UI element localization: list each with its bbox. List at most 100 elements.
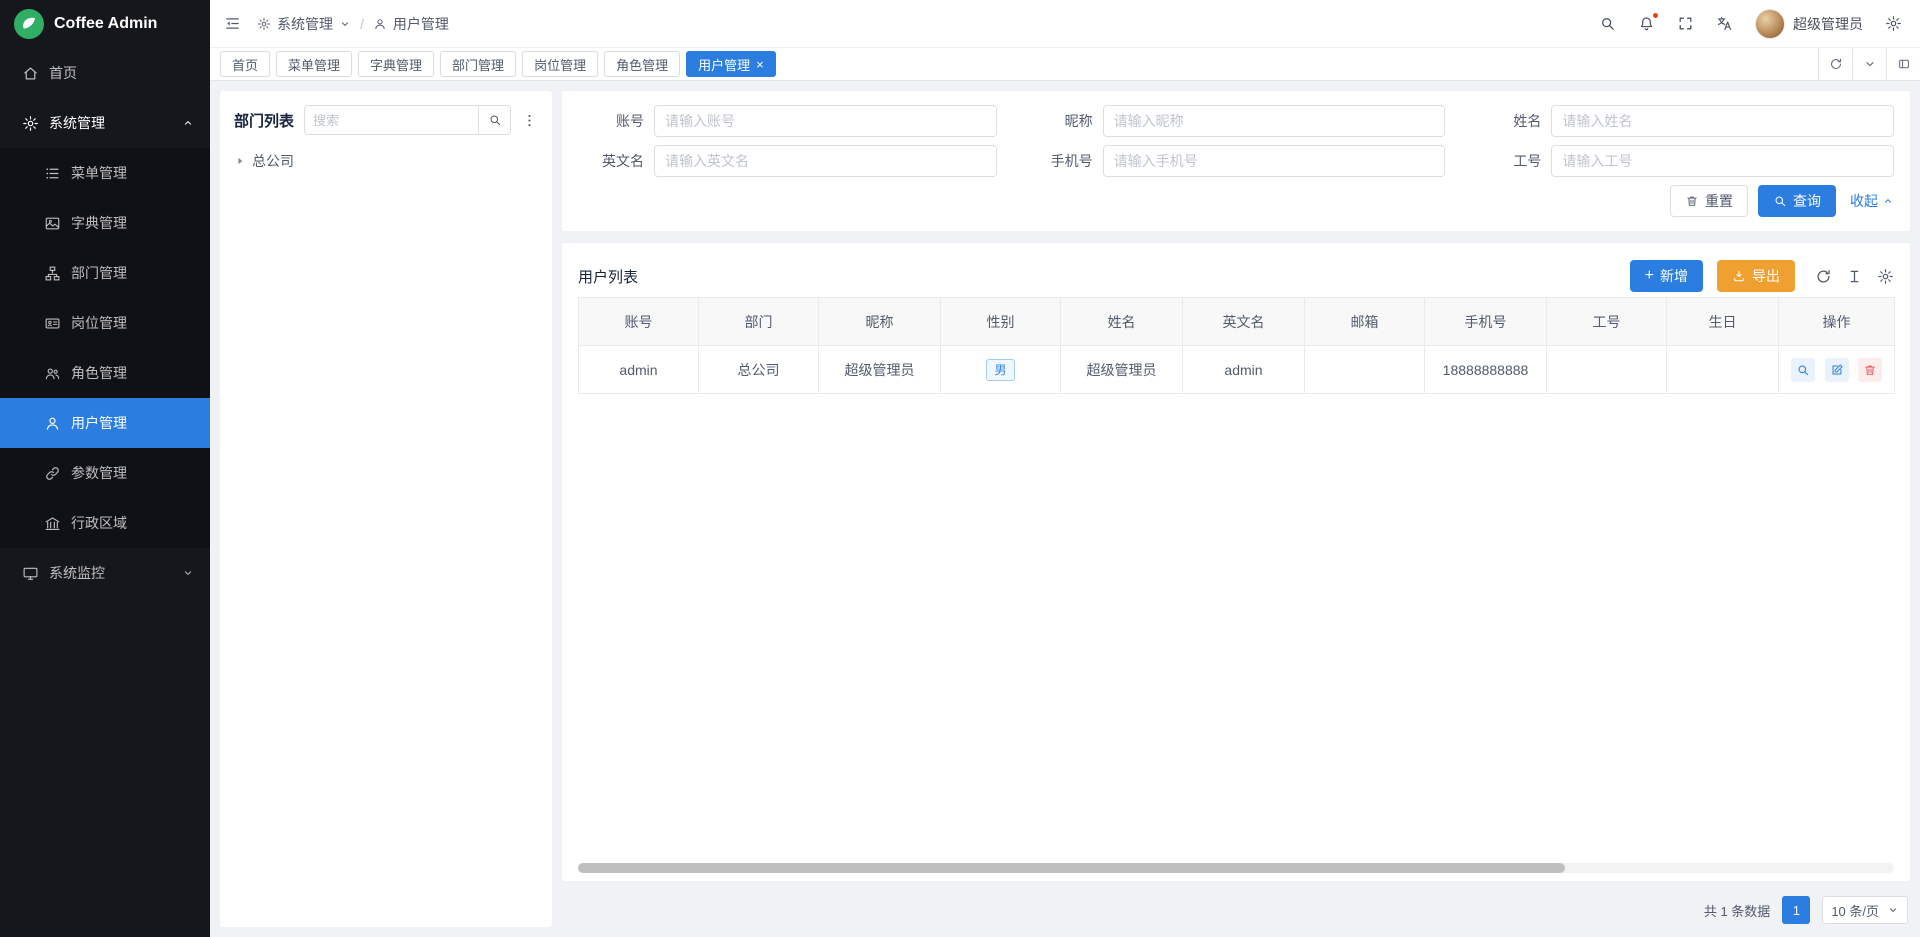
department-icon: [44, 265, 61, 282]
add-user-button[interactable]: + 新增: [1630, 260, 1703, 292]
table-refresh-icon[interactable]: [1815, 268, 1832, 285]
horizontal-scrollbar-thumb[interactable]: [578, 863, 1565, 873]
search-icon[interactable]: [1599, 15, 1616, 32]
sidebar-item-user-mgmt[interactable]: 用户管理: [0, 398, 210, 448]
tab-dept-mgmt[interactable]: 部门管理: [440, 51, 516, 77]
user-table: 账号 部门 昵称 性别 姓名 英文名 邮箱 手机号 工号 生日 操作: [578, 297, 1895, 394]
en-name-input[interactable]: [654, 145, 997, 177]
table-row: admin 总公司 超级管理员 男 超级管理员 admin 1888888888…: [579, 346, 1895, 394]
sidebar-item-params-mgmt[interactable]: 参数管理: [0, 448, 210, 498]
tab-label: 角色管理: [616, 55, 668, 74]
monitor-icon: [22, 565, 39, 582]
reset-button[interactable]: 重置: [1670, 185, 1748, 217]
cell-en-name: admin: [1183, 346, 1305, 394]
sidebar-item-region-mgmt[interactable]: 行政区域: [0, 498, 210, 548]
page-size-select[interactable]: 10 条/页: [1822, 896, 1908, 924]
tab-label: 用户管理: [698, 55, 750, 74]
search-button[interactable]: 查询: [1758, 185, 1836, 217]
sidebar-item-system-mgmt[interactable]: 系统管理: [0, 98, 210, 148]
delete-icon[interactable]: [1858, 358, 1882, 382]
app-logo[interactable]: Coffee Admin: [0, 0, 210, 48]
work-no-input[interactable]: [1551, 145, 1894, 177]
user-icon: [44, 415, 61, 432]
tab-menu-mgmt[interactable]: 菜单管理: [276, 51, 352, 77]
view-icon[interactable]: [1791, 358, 1815, 382]
tree-node-head-office[interactable]: 总公司: [234, 151, 538, 171]
post-icon: [44, 315, 61, 332]
notification-bell-icon[interactable]: [1638, 15, 1655, 32]
sidebar-item-dept-mgmt[interactable]: 部门管理: [0, 248, 210, 298]
field-label-nickname: 昵称: [1027, 111, 1093, 131]
table-settings-icon[interactable]: [1877, 268, 1894, 285]
tab-home[interactable]: 首页: [220, 51, 270, 77]
name-input[interactable]: [1551, 105, 1894, 137]
translate-icon[interactable]: [1716, 15, 1733, 32]
tab-user-mgmt[interactable]: 用户管理 ×: [686, 51, 776, 77]
department-search-button[interactable]: [478, 106, 510, 134]
tabs-layout-icon[interactable]: [1886, 48, 1920, 80]
sidebar-item-label: 岗位管理: [71, 313, 194, 333]
field-label-work-no: 工号: [1475, 151, 1541, 171]
chevron-up-icon: [1882, 195, 1894, 207]
role-icon: [44, 365, 61, 382]
sidebar-item-label: 参数管理: [71, 463, 194, 483]
breadcrumb-system-mgmt[interactable]: 系统管理: [257, 14, 351, 34]
settings-gear-icon[interactable]: [1885, 15, 1902, 32]
col-header-nickname: 昵称: [819, 298, 941, 346]
tab-label: 首页: [232, 55, 258, 74]
chevron-down-icon: [1887, 904, 1899, 916]
sidebar-item-label: 用户管理: [71, 413, 194, 433]
edit-icon[interactable]: [1825, 358, 1849, 382]
sidebar-item-post-mgmt[interactable]: 岗位管理: [0, 298, 210, 348]
user-list-card: 用户列表 + 新增 导出: [562, 243, 1910, 881]
breadcrumb-separator: /: [360, 16, 364, 32]
add-button-label: 新增: [1660, 266, 1688, 286]
export-button-label: 导出: [1752, 266, 1780, 286]
main-area: 系统管理 / 用户管理 超级管理员: [210, 0, 1920, 937]
sidebar-item-home[interactable]: 首页: [0, 48, 210, 98]
cell-account: admin: [579, 346, 699, 394]
tab-post-mgmt[interactable]: 岗位管理: [522, 51, 598, 77]
cell-email: [1305, 346, 1425, 394]
account-input[interactable]: [654, 105, 997, 137]
caret-right-icon[interactable]: [234, 155, 246, 167]
tab-role-mgmt[interactable]: 角色管理: [604, 51, 680, 77]
sidebar-item-menu-mgmt[interactable]: 菜单管理: [0, 148, 210, 198]
sidebar-item-dict-mgmt[interactable]: 字典管理: [0, 198, 210, 248]
field-label-en-name: 英文名: [578, 151, 644, 171]
search-icon: [1773, 194, 1787, 208]
user-menu[interactable]: 超级管理员: [1755, 9, 1863, 39]
user-name: 超级管理员: [1793, 14, 1863, 34]
col-header-birthday: 生日: [1667, 298, 1779, 346]
column-height-icon[interactable]: [1846, 268, 1863, 285]
tab-label: 岗位管理: [534, 55, 586, 74]
cell-nickname: 超级管理员: [819, 346, 941, 394]
sidebar-item-role-mgmt[interactable]: 角色管理: [0, 348, 210, 398]
collapse-link[interactable]: 收起: [1850, 191, 1894, 211]
tab-label: 字典管理: [370, 55, 422, 74]
tab-label: 部门管理: [452, 55, 504, 74]
menu-fold-icon[interactable]: [224, 15, 241, 32]
phone-input[interactable]: [1103, 145, 1446, 177]
department-panel: 部门列表 总公司: [220, 91, 552, 927]
right-column: 账号 昵称 姓名 英文名: [562, 91, 1910, 927]
department-search-input[interactable]: [305, 106, 478, 134]
col-header-actions: 操作: [1779, 298, 1895, 346]
pagination-page-1[interactable]: 1: [1782, 896, 1810, 924]
table-title: 用户列表: [578, 266, 638, 287]
tab-close-icon[interactable]: ×: [756, 58, 764, 71]
more-vertical-icon[interactable]: [521, 112, 538, 129]
tabs-chevron-down-icon[interactable]: [1852, 48, 1886, 80]
pagination-total: 共 1 条数据: [1704, 901, 1770, 920]
notification-badge-dot: [1652, 12, 1659, 19]
export-button[interactable]: 导出: [1717, 260, 1795, 292]
tab-dict-mgmt[interactable]: 字典管理: [358, 51, 434, 77]
tabs-refresh-icon[interactable]: [1818, 48, 1852, 80]
col-header-name: 姓名: [1061, 298, 1183, 346]
col-header-email: 邮箱: [1305, 298, 1425, 346]
fullscreen-icon[interactable]: [1677, 15, 1694, 32]
nickname-input[interactable]: [1103, 105, 1446, 137]
sidebar-item-system-monitor[interactable]: 系统监控: [0, 548, 210, 598]
sidebar-submenu-system: 菜单管理 字典管理 部门管理 岗位管理 角色管理 用户管理: [0, 148, 210, 548]
breadcrumb-user-mgmt[interactable]: 用户管理: [373, 14, 449, 34]
